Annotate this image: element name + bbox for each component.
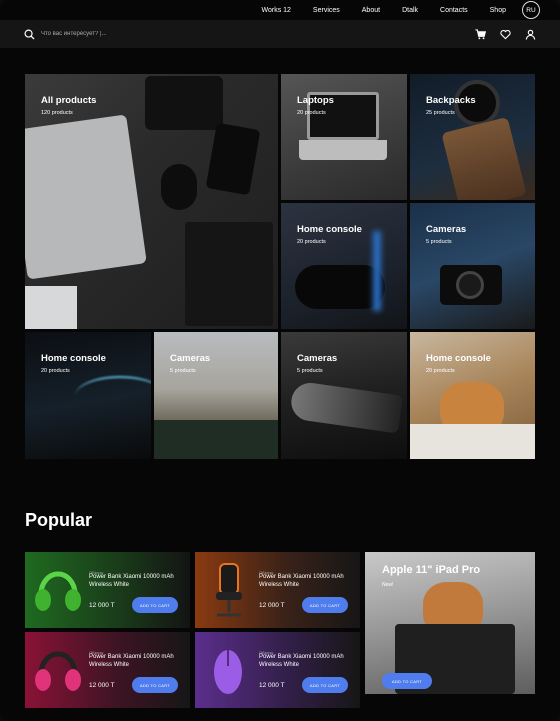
- product-card[interactable]: Обзоры Power Bank Xiaomi 10000 mAh Wirel…: [25, 552, 190, 628]
- category-count: 5 products: [297, 368, 323, 374]
- add-to-cart-button[interactable]: ADD TO CART: [302, 597, 348, 613]
- category-label: Cameras: [170, 353, 211, 364]
- category-label: Home console: [41, 353, 106, 364]
- category-count: 20 products: [297, 110, 326, 116]
- product-card[interactable]: Обзоры Power Bank Xiaomi 10000 mAh Wirel…: [195, 552, 360, 628]
- category-count: 5 products: [426, 239, 452, 245]
- featured-product-card[interactable]: Apple 11" iPad Pro New! ADD TO CART: [365, 552, 535, 694]
- category-count: 120 products: [41, 110, 73, 116]
- category-tile-home-console[interactable]: Home console 20 products: [25, 332, 151, 459]
- laptop-base-image: [299, 140, 387, 160]
- product-name[interactable]: Power Bank Xiaomi 10000 mAh Wireless Whi…: [259, 574, 355, 589]
- product-card[interactable]: Обзоры Power Bank Xiaomi 10000 mAh Wirel…: [195, 632, 360, 708]
- keyboard-image: [25, 286, 77, 329]
- category-label: All products: [41, 95, 97, 106]
- light-strip-image: [373, 231, 381, 311]
- category-label: Backpacks: [426, 95, 476, 106]
- search-bar: [0, 20, 560, 48]
- light-arc-image: [75, 376, 151, 416]
- category-label: Home console: [426, 353, 491, 364]
- add-to-cart-button[interactable]: ADD TO CART: [382, 673, 432, 689]
- category-count: 20 products: [41, 368, 70, 374]
- nav-link-services[interactable]: Services: [313, 7, 340, 14]
- product-name[interactable]: Power Bank Xiaomi 10000 mAh Wireless Whi…: [89, 654, 185, 669]
- header-actions: [475, 28, 536, 40]
- product-card[interactable]: Обзоры Power Bank Xiaomi 10000 mAh Wirel…: [25, 632, 190, 708]
- cart-icon[interactable]: [475, 28, 486, 40]
- headphones-image: [35, 651, 81, 691]
- category-tile-cameras[interactable]: Cameras 5 products: [154, 332, 278, 459]
- add-to-cart-button[interactable]: ADD TO CART: [132, 677, 178, 693]
- category-tile-backpacks[interactable]: Backpacks 25 products: [410, 74, 535, 200]
- category-tile-cameras[interactable]: Cameras 5 products: [410, 203, 535, 329]
- category-tile-home-console[interactable]: Home console 20 products: [281, 203, 407, 329]
- featured-title: Apple 11" iPad Pro: [382, 564, 481, 576]
- category-count: 20 products: [297, 239, 326, 245]
- phone-image: [205, 122, 261, 196]
- product-price: 12 000 Т: [89, 602, 115, 609]
- nav-link-dtalk[interactable]: Dtalk: [402, 7, 418, 14]
- category-tile-home-console[interactable]: Home console 20 products: [410, 332, 535, 459]
- nav-link-works[interactable]: Works 12: [261, 7, 290, 14]
- category-label: Home console: [297, 224, 362, 235]
- product-name[interactable]: Power Bank Xiaomi 10000 mAh Wireless Whi…: [89, 574, 185, 589]
- heart-icon[interactable]: [500, 29, 511, 40]
- category-count: 25 products: [426, 110, 455, 116]
- category-label: Laptops: [297, 95, 334, 106]
- notebook-image: [185, 222, 273, 326]
- user-icon[interactable]: [525, 29, 536, 40]
- nav-link-contacts[interactable]: Contacts: [440, 7, 468, 14]
- gaming-chair-image: [216, 563, 242, 617]
- gamepad-image: [295, 265, 385, 309]
- category-grid: All products 120 products Laptops 20 pro…: [25, 74, 535, 459]
- product-price: 12 000 Т: [259, 602, 285, 609]
- add-to-cart-button[interactable]: ADD TO CART: [132, 597, 178, 613]
- language-switch[interactable]: RU: [522, 1, 540, 19]
- category-tile-all-products[interactable]: All products 120 products: [25, 74, 278, 329]
- laptop-image: [25, 114, 147, 280]
- category-label: Cameras: [426, 224, 467, 235]
- add-to-cart-button[interactable]: ADD TO CART: [302, 677, 348, 693]
- camera-image: [145, 76, 223, 130]
- search-input[interactable]: [41, 31, 475, 37]
- category-count: 20 products: [426, 368, 455, 374]
- product-name[interactable]: Power Bank Xiaomi 10000 mAh Wireless Whi…: [259, 654, 355, 669]
- new-badge: New!: [382, 582, 394, 588]
- nav-link-shop[interactable]: Shop: [490, 7, 506, 14]
- section-title-popular: Popular: [25, 510, 93, 530]
- lens-image: [456, 271, 484, 299]
- top-nav: Works 12 Services About Dtalk Contacts S…: [0, 0, 560, 20]
- category-tile-cameras[interactable]: Cameras 5 products: [281, 332, 407, 459]
- forest-image: [154, 420, 278, 459]
- category-count: 5 products: [170, 368, 196, 374]
- product-price: 12 000 Т: [259, 682, 285, 689]
- headphones-image: [35, 571, 81, 611]
- car-light-image: [288, 380, 404, 434]
- mouse-image: [214, 650, 242, 694]
- category-tile-laptops[interactable]: Laptops 20 products: [281, 74, 407, 200]
- lens-image: [161, 164, 197, 210]
- blanket-image: [410, 424, 535, 459]
- wood-case-image: [441, 116, 527, 200]
- search-icon[interactable]: [24, 29, 35, 40]
- nav-link-about[interactable]: About: [362, 7, 380, 14]
- page: Works 12 Services About Dtalk Contacts S…: [0, 0, 560, 721]
- category-label: Cameras: [297, 353, 338, 364]
- product-price: 12 000 Т: [89, 682, 115, 689]
